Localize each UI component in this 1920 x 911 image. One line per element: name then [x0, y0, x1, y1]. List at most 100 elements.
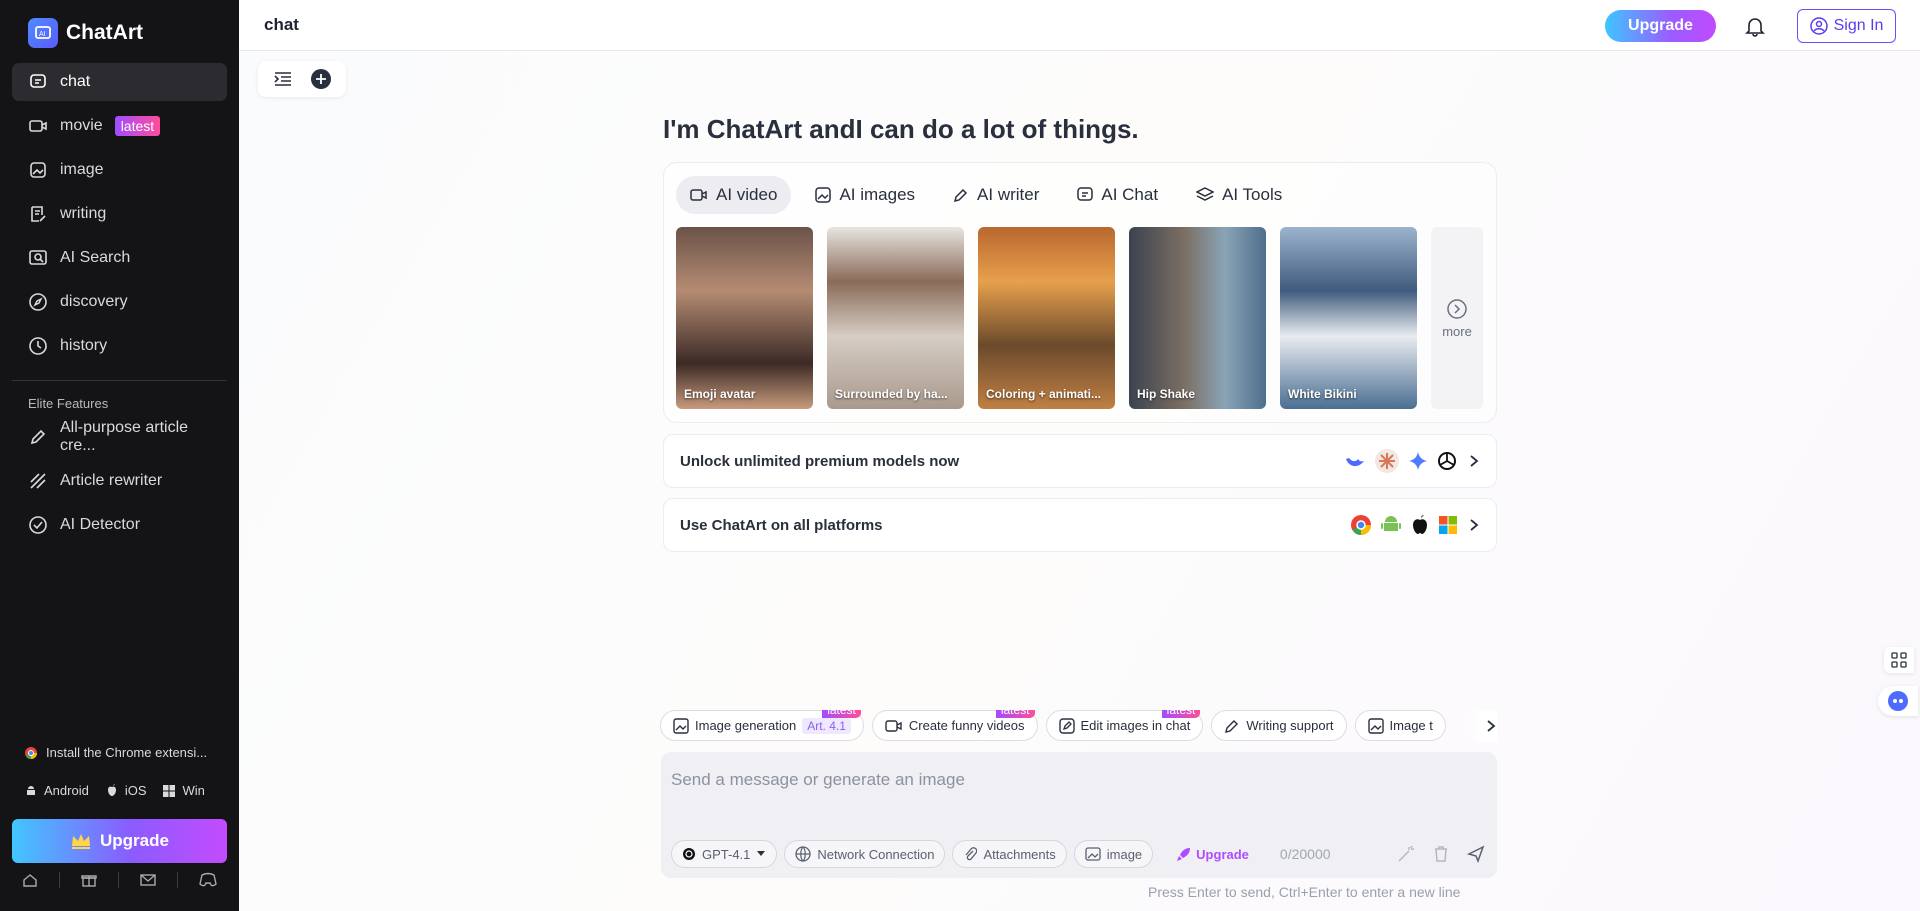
network-toggle[interactable]: Network Connection — [784, 840, 946, 868]
claude-icon — [1375, 449, 1399, 473]
tab-ai-writer[interactable]: AI writer — [939, 176, 1053, 214]
bell-icon[interactable] — [1744, 15, 1766, 37]
sidebar-item-discovery[interactable]: discovery — [12, 283, 227, 321]
composer-actions — [1397, 845, 1485, 863]
attachments-label: Attachments — [983, 846, 1056, 862]
sidebar-item-writing[interactable]: writing — [12, 195, 227, 233]
chip-image-generation[interactable]: Image generation Art. 4.1 latest — [660, 710, 864, 741]
apple-icon — [1413, 515, 1427, 534]
chip-label: Image generation — [695, 718, 797, 733]
premium-models-label: Unlock unlimited premium models now — [680, 452, 960, 470]
sidebar-item-article-rewriter[interactable]: Article rewriter — [12, 462, 227, 500]
platforms-row[interactable]: Use ChatArt on all platforms — [663, 498, 1497, 552]
thumbnail-white-bikini[interactable]: White Bikini — [1280, 227, 1417, 409]
apps-float-button[interactable] — [1884, 647, 1914, 673]
elite-features: All-purpose article cre... Article rewri… — [12, 418, 227, 550]
discord-icon[interactable] — [199, 872, 217, 888]
sidebar-item-label: AI Detector — [60, 516, 141, 533]
history-icon — [29, 337, 47, 355]
windows-link[interactable]: Win — [182, 783, 204, 798]
sidebar-item-movie[interactable]: movie latest — [12, 107, 227, 145]
sidebar-item-ai-search[interactable]: AI Search — [12, 239, 227, 277]
sidebar-upgrade-label: Upgrade — [100, 831, 169, 850]
thumbnail-caption: Hip Shake — [1137, 387, 1196, 401]
chrome-extension-label: Install the Chrome extensi... — [46, 745, 208, 760]
sign-in-button[interactable]: Sign In — [1797, 9, 1896, 43]
top-upgrade-button[interactable]: Upgrade — [1605, 10, 1716, 42]
send-icon[interactable] — [1467, 845, 1485, 863]
elite-features-label: Elite Features — [28, 396, 109, 411]
new-chat-icon[interactable] — [310, 68, 332, 90]
chip-image-to[interactable]: Image t — [1354, 710, 1446, 741]
sidebar: AI ChatArt chat movie latest image writi… — [0, 0, 239, 911]
tab-ai-tools[interactable]: AI Tools — [1182, 176, 1296, 214]
chevron-right-icon — [1487, 720, 1496, 732]
latest-badge: latest — [995, 710, 1035, 718]
trash-icon[interactable] — [1433, 845, 1449, 863]
image-icon — [815, 187, 832, 203]
keyboard-hint: Press Enter to send, Ctrl+Enter to enter… — [1148, 884, 1461, 900]
brand[interactable]: AI ChatArt — [28, 18, 143, 48]
chat-icon — [30, 74, 46, 88]
platform-links: Android iOS Win — [24, 783, 215, 798]
tab-ai-chat[interactable]: AI Chat — [1063, 176, 1172, 214]
latest-badge: latest — [822, 710, 861, 718]
sidebar-upgrade-button[interactable]: Upgrade — [12, 819, 227, 863]
message-input[interactable]: Send a message or generate an image — [671, 770, 965, 790]
chip-label: Edit images in chat — [1080, 718, 1191, 733]
chips-scroll-right[interactable] — [1467, 710, 1497, 742]
feature-card: AI video AI images AI writer AI Chat AI … — [663, 162, 1497, 423]
headline: I'm ChatArt andI can do a lot of things. — [663, 114, 1139, 144]
model-select[interactable]: GPT-4.1 — [671, 840, 778, 868]
assistant-float-button[interactable] — [1878, 686, 1918, 716]
chat-tools — [258, 61, 346, 97]
composer-upgrade-button[interactable]: Upgrade — [1176, 846, 1249, 862]
sidebar-item-image[interactable]: image — [12, 151, 227, 189]
ios-link[interactable]: iOS — [125, 783, 147, 798]
sidebar-item-chat[interactable]: chat — [12, 63, 227, 101]
android-link[interactable]: Android — [44, 783, 89, 798]
tab-ai-video[interactable]: AI video — [676, 176, 792, 214]
platform-icons — [1350, 514, 1458, 536]
home-icon[interactable] — [22, 872, 38, 888]
more-button[interactable]: more — [1431, 227, 1483, 409]
globe-icon — [795, 846, 812, 862]
sidebar-item-ai-detector[interactable]: AI Detector — [12, 506, 227, 544]
edit-image-icon — [1058, 717, 1075, 734]
model-label: GPT-4.1 — [702, 846, 751, 862]
composer-upgrade-label: Upgrade — [1196, 846, 1249, 862]
thumbnail-surrounded[interactable]: Surrounded by ha... — [827, 227, 964, 409]
thumbnail-hip-shake[interactable]: Hip Shake — [1129, 227, 1266, 409]
attachments-button[interactable]: Attachments — [952, 840, 1067, 868]
latest-badge: latest — [114, 116, 161, 136]
chevron-right-icon — [1470, 519, 1479, 531]
user-icon — [1809, 17, 1828, 35]
tab-ai-images[interactable]: AI images — [801, 176, 929, 214]
sidebar-item-label: AI Search — [60, 249, 131, 266]
model-icons — [1344, 448, 1458, 474]
chip-funny-videos[interactable]: Create funny videos latest — [871, 710, 1038, 741]
sidebar-toggle-icon[interactable] — [273, 70, 293, 88]
network-label: Network Connection — [817, 846, 935, 862]
video-icon — [690, 189, 707, 201]
message-composer[interactable]: Send a message or generate an image GPT-… — [661, 752, 1497, 878]
sidebar-item-article-creator[interactable]: All-purpose article cre... — [12, 418, 227, 456]
brand-name: ChatArt — [66, 21, 143, 44]
gift-icon[interactable] — [81, 872, 97, 888]
chrome-extension-link[interactable]: Install the Chrome extensi... — [24, 745, 207, 760]
chip-writing-support[interactable]: Writing support — [1211, 710, 1347, 741]
thumbnail-coloring[interactable]: Coloring + animati... — [978, 227, 1115, 409]
thumbnail-caption: Coloring + animati... — [986, 387, 1102, 401]
chip-edit-images[interactable]: Edit images in chat latest — [1045, 710, 1204, 741]
sidebar-divider — [12, 380, 227, 381]
paperclip-icon — [965, 847, 978, 861]
magic-wand-icon[interactable] — [1397, 845, 1415, 863]
premium-models-row[interactable]: Unlock unlimited premium models now — [663, 434, 1497, 488]
pen-icon — [30, 429, 46, 445]
tab-label: AI video — [716, 185, 778, 204]
mail-icon[interactable] — [140, 872, 156, 888]
image-button[interactable]: image — [1073, 840, 1154, 868]
thumbnail-caption: Surrounded by ha... — [835, 387, 948, 401]
sidebar-item-history[interactable]: history — [12, 327, 227, 365]
thumbnail-emoji-avatar[interactable]: Emoji avatar — [676, 227, 813, 409]
